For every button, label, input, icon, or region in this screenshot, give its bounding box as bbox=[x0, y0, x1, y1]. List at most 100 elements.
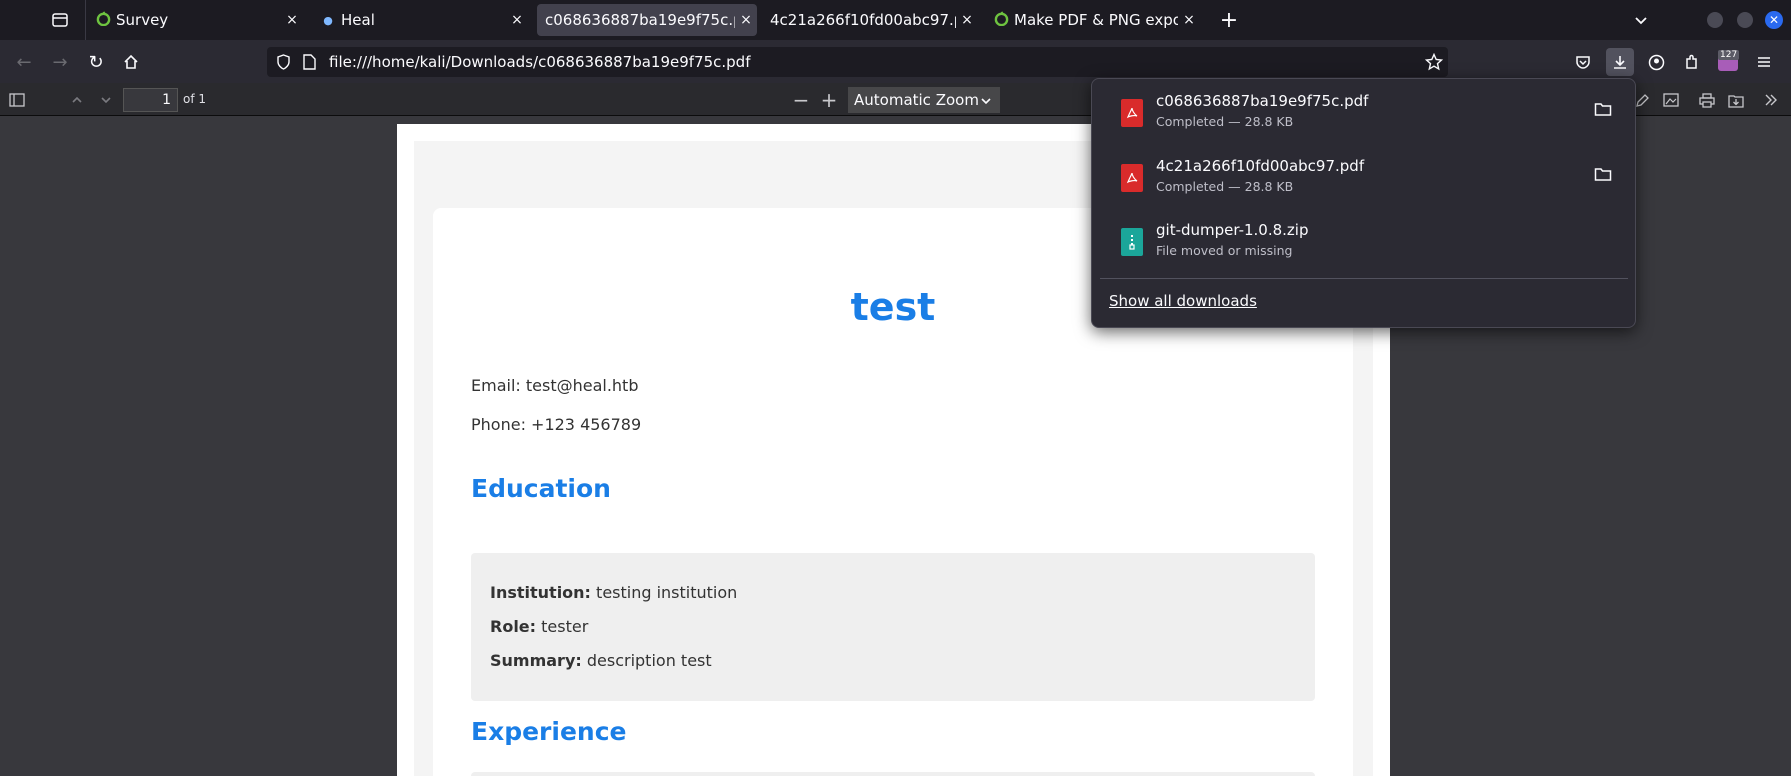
download-filename: git-dumper-1.0.8.zip bbox=[1156, 221, 1309, 239]
role-label: Role: bbox=[490, 617, 537, 636]
chevron-down-icon bbox=[101, 97, 111, 104]
download-item[interactable]: 4c21a266f10fd00abc97.pdf Completed — 28.… bbox=[1100, 150, 1628, 210]
tab-label: c068636887ba19e9f75c.pdf bbox=[545, 11, 735, 29]
tools-button[interactable] bbox=[1758, 89, 1784, 111]
tab-active-pdf[interactable]: c068636887ba19e9f75c.pdf × bbox=[537, 4, 757, 36]
reload-icon: ↻ bbox=[88, 51, 104, 73]
extension-icon: 127 bbox=[1718, 50, 1740, 71]
download-icon bbox=[1614, 56, 1626, 69]
zoom-select[interactable]: Automatic Zoom bbox=[848, 87, 1000, 113]
print-icon bbox=[1699, 92, 1715, 108]
institution-label: Institution: bbox=[490, 583, 591, 602]
download-status: Completed — 28.8 KB bbox=[1156, 114, 1294, 129]
minimize-button[interactable] bbox=[1707, 12, 1723, 28]
page-number-input[interactable]: 1 bbox=[123, 88, 178, 112]
survey-favicon-icon bbox=[90, 10, 116, 30]
tab-survey[interactable]: Survey × bbox=[90, 4, 303, 36]
list-all-tabs-button[interactable] bbox=[1627, 6, 1655, 34]
home-icon bbox=[124, 54, 138, 69]
folder-icon bbox=[1594, 103, 1612, 116]
address-bar[interactable]: file:///home/kali/Downloads/c068636887ba… bbox=[267, 47, 1448, 77]
close-tab-icon[interactable]: × bbox=[281, 12, 303, 28]
shield-icon bbox=[277, 54, 290, 70]
image-icon bbox=[1663, 93, 1679, 107]
tab-pdf-2[interactable]: 4c21a266f10fd00abc97.pdf × bbox=[762, 4, 978, 36]
download-item[interactable]: c068636887ba19e9f75c.pdf Completed — 28.… bbox=[1100, 85, 1628, 145]
show-in-folder-button[interactable] bbox=[1594, 101, 1616, 123]
download-filename: 4c21a266f10fd00abc97.pdf bbox=[1156, 157, 1365, 175]
tab-separator bbox=[85, 0, 86, 40]
institution-line: Institution: testing institution bbox=[490, 583, 737, 602]
hamburger-menu-icon bbox=[1758, 57, 1770, 67]
page-count: of 1 bbox=[183, 92, 207, 106]
next-page-button[interactable] bbox=[93, 89, 119, 111]
pencil-icon bbox=[1635, 93, 1649, 107]
tab-label: Heal bbox=[341, 11, 375, 29]
previous-page-button[interactable] bbox=[64, 89, 90, 111]
pocket-button[interactable] bbox=[1569, 48, 1597, 76]
close-window-button[interactable]: ✕ bbox=[1765, 11, 1783, 29]
reload-button[interactable]: ↻ bbox=[82, 48, 110, 76]
role-value: tester bbox=[536, 617, 589, 636]
sidebar-toggle-button[interactable] bbox=[4, 89, 30, 111]
forward-button[interactable]: → bbox=[46, 48, 74, 76]
education-entry: Institution: testing institution Role: t… bbox=[471, 553, 1315, 701]
close-icon: ✕ bbox=[1768, 13, 1780, 27]
experience-heading: Experience bbox=[471, 717, 627, 746]
star-icon[interactable] bbox=[1425, 53, 1443, 71]
pdf-file-icon bbox=[1121, 164, 1143, 192]
close-tab-icon[interactable]: × bbox=[506, 12, 528, 28]
panel-divider bbox=[1100, 278, 1628, 279]
download-status: File moved or missing bbox=[1156, 243, 1293, 258]
zoom-value: Automatic Zoom bbox=[854, 91, 979, 109]
download-item[interactable]: git-dumper-1.0.8.zip File moved or missi… bbox=[1100, 214, 1628, 274]
minus-icon: − bbox=[792, 88, 810, 112]
double-chevron-right-icon bbox=[1765, 94, 1777, 106]
tab-heal[interactable]: ● Heal × bbox=[315, 4, 528, 36]
close-tab-icon[interactable]: × bbox=[1178, 12, 1200, 28]
extension-badge-button[interactable]: 127 bbox=[1714, 48, 1742, 76]
back-arrow-icon: ← bbox=[16, 51, 32, 73]
forward-arrow-icon: → bbox=[52, 51, 68, 73]
downloads-button[interactable] bbox=[1606, 48, 1634, 76]
close-tab-icon[interactable]: × bbox=[956, 12, 978, 28]
survey-favicon-icon bbox=[988, 10, 1014, 30]
chevron-down-icon bbox=[1635, 17, 1647, 25]
download-status: Completed — 28.8 KB bbox=[1156, 179, 1294, 194]
role-line: Role: tester bbox=[490, 617, 588, 636]
show-all-downloads-button[interactable]: Show all downloads bbox=[1109, 292, 1257, 310]
tab-bar: Survey × ● Heal × c068636887ba19e9f75c.p… bbox=[0, 0, 1791, 40]
folder-icon bbox=[1594, 168, 1612, 181]
zoom-out-button[interactable]: − bbox=[788, 88, 814, 112]
add-image-button[interactable] bbox=[1658, 89, 1684, 111]
save-button[interactable] bbox=[1723, 89, 1749, 111]
tab-make-pdf[interactable]: Make PDF & PNG export × bbox=[988, 4, 1200, 36]
downloads-panel: c068636887ba19e9f75c.pdf Completed — 28.… bbox=[1091, 78, 1636, 328]
show-in-folder-button[interactable] bbox=[1594, 166, 1616, 188]
tab-label: Make PDF & PNG export bbox=[1014, 11, 1178, 29]
zoom-in-button[interactable]: + bbox=[816, 88, 842, 112]
heal-favicon-icon: ● bbox=[323, 13, 333, 27]
plus-icon: + bbox=[820, 88, 838, 112]
print-button[interactable] bbox=[1694, 89, 1720, 111]
new-tab-button[interactable]: + bbox=[1215, 6, 1243, 34]
back-button[interactable]: ← bbox=[10, 48, 38, 76]
email-line: Email: test@heal.htb bbox=[471, 376, 639, 395]
firefox-view-button[interactable] bbox=[46, 6, 74, 34]
maximize-button[interactable] bbox=[1737, 12, 1753, 28]
account-icon bbox=[1648, 54, 1664, 70]
home-button[interactable] bbox=[117, 48, 145, 76]
firefox-view-icon bbox=[52, 13, 68, 27]
download-filename: c068636887ba19e9f75c.pdf bbox=[1156, 92, 1369, 110]
tab-label: 4c21a266f10fd00abc97.pdf bbox=[770, 11, 956, 29]
account-button[interactable] bbox=[1642, 48, 1670, 76]
extensions-button[interactable] bbox=[1678, 48, 1706, 76]
zip-file-icon bbox=[1121, 228, 1143, 256]
sidebar-icon bbox=[9, 93, 25, 107]
tab-label: Survey bbox=[116, 11, 169, 29]
pdf-file-icon bbox=[1121, 99, 1143, 127]
close-tab-icon[interactable]: × bbox=[735, 12, 757, 28]
experience-entry bbox=[471, 772, 1315, 776]
app-menu-button[interactable] bbox=[1750, 48, 1778, 76]
institution-value: testing institution bbox=[590, 583, 738, 602]
